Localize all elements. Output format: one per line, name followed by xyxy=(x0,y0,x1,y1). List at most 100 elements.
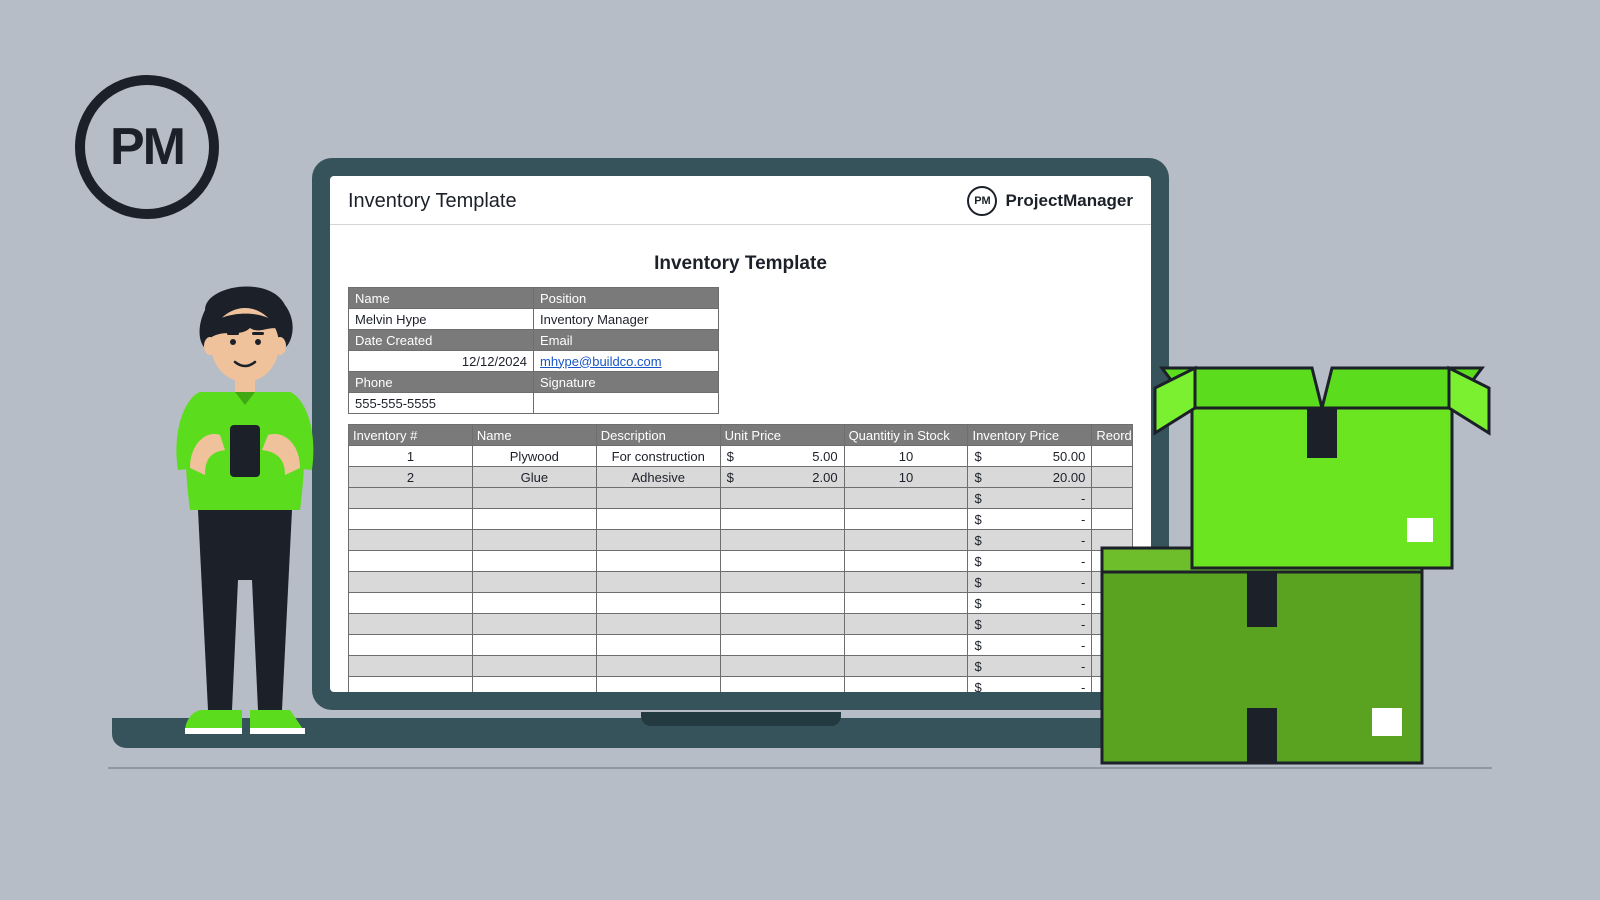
info-phone-value: 555-555-5555 xyxy=(349,393,534,414)
info-date-value: 12/12/2024 xyxy=(349,351,534,372)
pm-logo-text: PM xyxy=(110,117,184,177)
table-cell xyxy=(844,677,968,693)
table-row: $- xyxy=(349,551,1133,572)
table-cell xyxy=(720,488,844,509)
table-cell xyxy=(720,509,844,530)
table-cell xyxy=(596,572,720,593)
table-row: $- xyxy=(349,572,1133,593)
brand: PM ProjectManager xyxy=(967,186,1133,216)
table-cell: Glue xyxy=(472,467,596,488)
table-row: $- xyxy=(349,530,1133,551)
table-cell xyxy=(844,635,968,656)
info-position-label: Position xyxy=(534,288,719,309)
table-cell xyxy=(844,530,968,551)
table-cell xyxy=(720,593,844,614)
table-cell xyxy=(349,614,473,635)
table-row: 1PlywoodFor construction$5.0010$50.00 xyxy=(349,446,1133,467)
table-row: $- xyxy=(349,635,1133,656)
col-description: Description xyxy=(596,425,720,446)
info-email-link[interactable]: mhype@buildco.com xyxy=(540,354,662,369)
table-cell xyxy=(596,509,720,530)
laptop-screen: Inventory Template PM ProjectManager Inv… xyxy=(330,176,1151,692)
table-cell: 1 xyxy=(349,446,473,467)
table-cell xyxy=(349,635,473,656)
table-cell xyxy=(720,677,844,693)
table-cell xyxy=(596,614,720,635)
table-cell xyxy=(472,509,596,530)
table-cell xyxy=(349,488,473,509)
table-cell xyxy=(596,677,720,693)
table-row: $- xyxy=(349,509,1133,530)
col-name: Name xyxy=(472,425,596,446)
table-cell xyxy=(472,530,596,551)
table-cell: Adhesive xyxy=(596,467,720,488)
table-row: 2GlueAdhesive$2.0010$20.00 xyxy=(349,467,1133,488)
table-cell xyxy=(349,509,473,530)
table-cell: 10 xyxy=(844,446,968,467)
table-cell: 10 xyxy=(844,467,968,488)
table-row: $- xyxy=(349,614,1133,635)
table-cell xyxy=(596,530,720,551)
table-cell: 2 xyxy=(349,467,473,488)
laptop-bezel: Inventory Template PM ProjectManager Inv… xyxy=(312,158,1169,710)
table-cell xyxy=(844,593,968,614)
table-cell xyxy=(844,656,968,677)
table-cell xyxy=(596,635,720,656)
table-cell xyxy=(349,677,473,693)
page-title: Inventory Template xyxy=(348,190,517,213)
info-name-label: Name xyxy=(349,288,534,309)
table-row: $- xyxy=(349,593,1133,614)
table-row: $- xyxy=(349,656,1133,677)
table-row: $- xyxy=(349,488,1133,509)
col-unit-price: Unit Price xyxy=(720,425,844,446)
info-table: Name Position Melvin Hype Inventory Mana… xyxy=(348,287,719,414)
document-title: Inventory Template xyxy=(348,253,1133,275)
table-cell xyxy=(596,656,720,677)
info-email-value: mhype@buildco.com xyxy=(534,351,719,372)
table-cell xyxy=(472,593,596,614)
table-cell xyxy=(349,530,473,551)
info-signature-label: Signature xyxy=(534,372,719,393)
table-cell xyxy=(596,551,720,572)
table-cell xyxy=(596,488,720,509)
table-cell xyxy=(720,572,844,593)
table-cell: $2.00 xyxy=(720,467,844,488)
table-cell xyxy=(844,551,968,572)
table-cell xyxy=(720,635,844,656)
table-cell: For construction xyxy=(596,446,720,467)
table-cell xyxy=(472,614,596,635)
table-cell xyxy=(349,551,473,572)
table-row: $- xyxy=(349,677,1133,693)
laptop: Inventory Template PM ProjectManager Inv… xyxy=(312,158,1169,748)
table-cell xyxy=(844,509,968,530)
table-cell xyxy=(844,614,968,635)
table-cell xyxy=(472,677,596,693)
table-cell xyxy=(472,635,596,656)
laptop-notch xyxy=(641,712,841,726)
info-date-label: Date Created xyxy=(349,330,534,351)
document-header: Inventory Template PM ProjectManager xyxy=(330,176,1151,225)
pm-logo: PM xyxy=(75,75,219,219)
table-cell xyxy=(472,488,596,509)
info-signature-value xyxy=(534,393,719,414)
table-cell xyxy=(349,593,473,614)
table-cell: Plywood xyxy=(472,446,596,467)
table-cell xyxy=(472,656,596,677)
col-quantity: Quantitiy in Stock xyxy=(844,425,968,446)
table-cell: $5.00 xyxy=(720,446,844,467)
info-email-label: Email xyxy=(534,330,719,351)
boxes-illustration xyxy=(1072,338,1492,768)
table-cell xyxy=(720,614,844,635)
table-cell xyxy=(844,488,968,509)
info-position-value: Inventory Manager xyxy=(534,309,719,330)
table-cell xyxy=(844,572,968,593)
table-cell xyxy=(720,530,844,551)
table-cell xyxy=(596,593,720,614)
brand-name: ProjectManager xyxy=(1005,191,1133,211)
person-illustration xyxy=(150,280,340,770)
info-name-value: Melvin Hype xyxy=(349,309,534,330)
table-cell xyxy=(720,656,844,677)
col-inventory-number: Inventory # xyxy=(349,425,473,446)
table-cell xyxy=(349,656,473,677)
table-cell xyxy=(349,572,473,593)
